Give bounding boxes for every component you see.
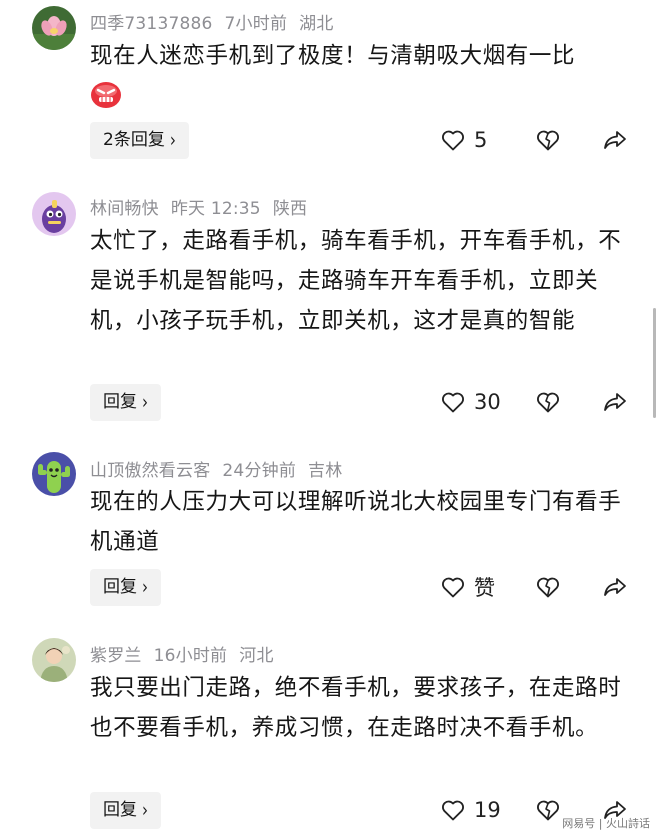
comment-text: 太忙了，走路看手机，骑车看手机，开车看手机，不是说手机是智能吗，走路骑车开车看手… [90, 228, 622, 334]
comment-text: 现在的人压力大可以理解听说北大校园里专门有看手机通道 [90, 489, 622, 555]
photo-avatar-image [32, 638, 76, 682]
username[interactable]: 山顶傲然看云客 [90, 461, 210, 481]
username[interactable]: 四季73137886 [90, 14, 213, 34]
broken-heart-icon[interactable] [536, 391, 560, 413]
comment-location: 河北 [239, 646, 274, 666]
broken-heart-icon[interactable] [536, 129, 560, 151]
share-arrow-icon[interactable] [603, 129, 627, 151]
reply-button-label: 回复 [103, 800, 137, 820]
comment-time: 24分钟前 [222, 461, 297, 481]
comment-meta: 林间畅快 昨天 12:35 陕西 [90, 194, 319, 219]
comment-time: 16小时前 [153, 646, 228, 666]
like-button[interactable]: 30 [441, 387, 501, 417]
reply-button-label: 回复 [103, 577, 137, 597]
comment-text: 现在人迷恋手机到了极度！与清朝吸大烟有一比 [90, 43, 576, 69]
reply-button[interactable]: 回复 › [90, 384, 161, 421]
reply-button[interactable]: 回复 › [90, 792, 161, 829]
cartoon-avatar-image [32, 192, 76, 236]
heart-outline-icon [442, 800, 464, 821]
like-count: 30 [474, 390, 501, 414]
like-count: 19 [474, 798, 501, 822]
reply-button[interactable]: 回复 › [90, 569, 161, 606]
username[interactable]: 林间畅快 [90, 199, 159, 219]
broken-heart-icon[interactable] [536, 576, 560, 598]
cactus-avatar-image [32, 452, 76, 496]
comment-time: 7小时前 [224, 14, 288, 34]
reply-button-label: 回复 [103, 392, 137, 412]
scrollbar[interactable] [653, 308, 656, 418]
heart-outline-icon [442, 130, 464, 151]
view-replies-button[interactable]: 2条回复 › [90, 122, 189, 159]
avatar[interactable] [32, 638, 76, 682]
chevron-right-icon: › [142, 390, 148, 414]
like-button[interactable]: 赞 [441, 572, 495, 602]
comment-meta: 四季73137886 7小时前 湖北 [90, 9, 346, 34]
chevron-right-icon: › [142, 798, 148, 822]
like-button[interactable]: 19 [441, 795, 501, 825]
like-count: 赞 [474, 576, 495, 600]
avatar[interactable] [32, 452, 76, 496]
reply-button-label: 2条回复 [103, 130, 165, 150]
like-count: 5 [474, 128, 488, 152]
username[interactable]: 紫罗兰 [90, 646, 142, 666]
avatar[interactable] [32, 6, 76, 50]
angry-face-emoji [90, 80, 122, 110]
comment-time: 昨天 12:35 [170, 199, 261, 219]
comment-location: 吉林 [308, 461, 343, 481]
comment-text: 我只要出门走路，绝不看手机，要求孩子，在走路时也不要看手机，养成习惯，在走路时决… [90, 675, 622, 741]
broken-heart-icon[interactable] [536, 799, 560, 821]
comment-meta: 紫罗兰 16小时前 河北 [90, 641, 286, 666]
chevron-right-icon: › [142, 575, 148, 599]
share-arrow-icon[interactable] [603, 576, 627, 598]
like-button[interactable]: 5 [441, 125, 487, 155]
heart-outline-icon [442, 392, 464, 413]
comment-location: 湖北 [299, 14, 334, 34]
comment-meta: 山顶傲然看云客 24分钟前 吉林 [90, 456, 354, 481]
comment-location: 陕西 [272, 199, 308, 219]
avatar[interactable] [32, 192, 76, 236]
watermark: 网易号 | 火山詩话 [562, 817, 650, 830]
heart-outline-icon [442, 577, 464, 598]
lotus-avatar-image [32, 6, 76, 50]
chevron-right-icon: › [169, 128, 176, 152]
share-arrow-icon[interactable] [603, 391, 627, 413]
